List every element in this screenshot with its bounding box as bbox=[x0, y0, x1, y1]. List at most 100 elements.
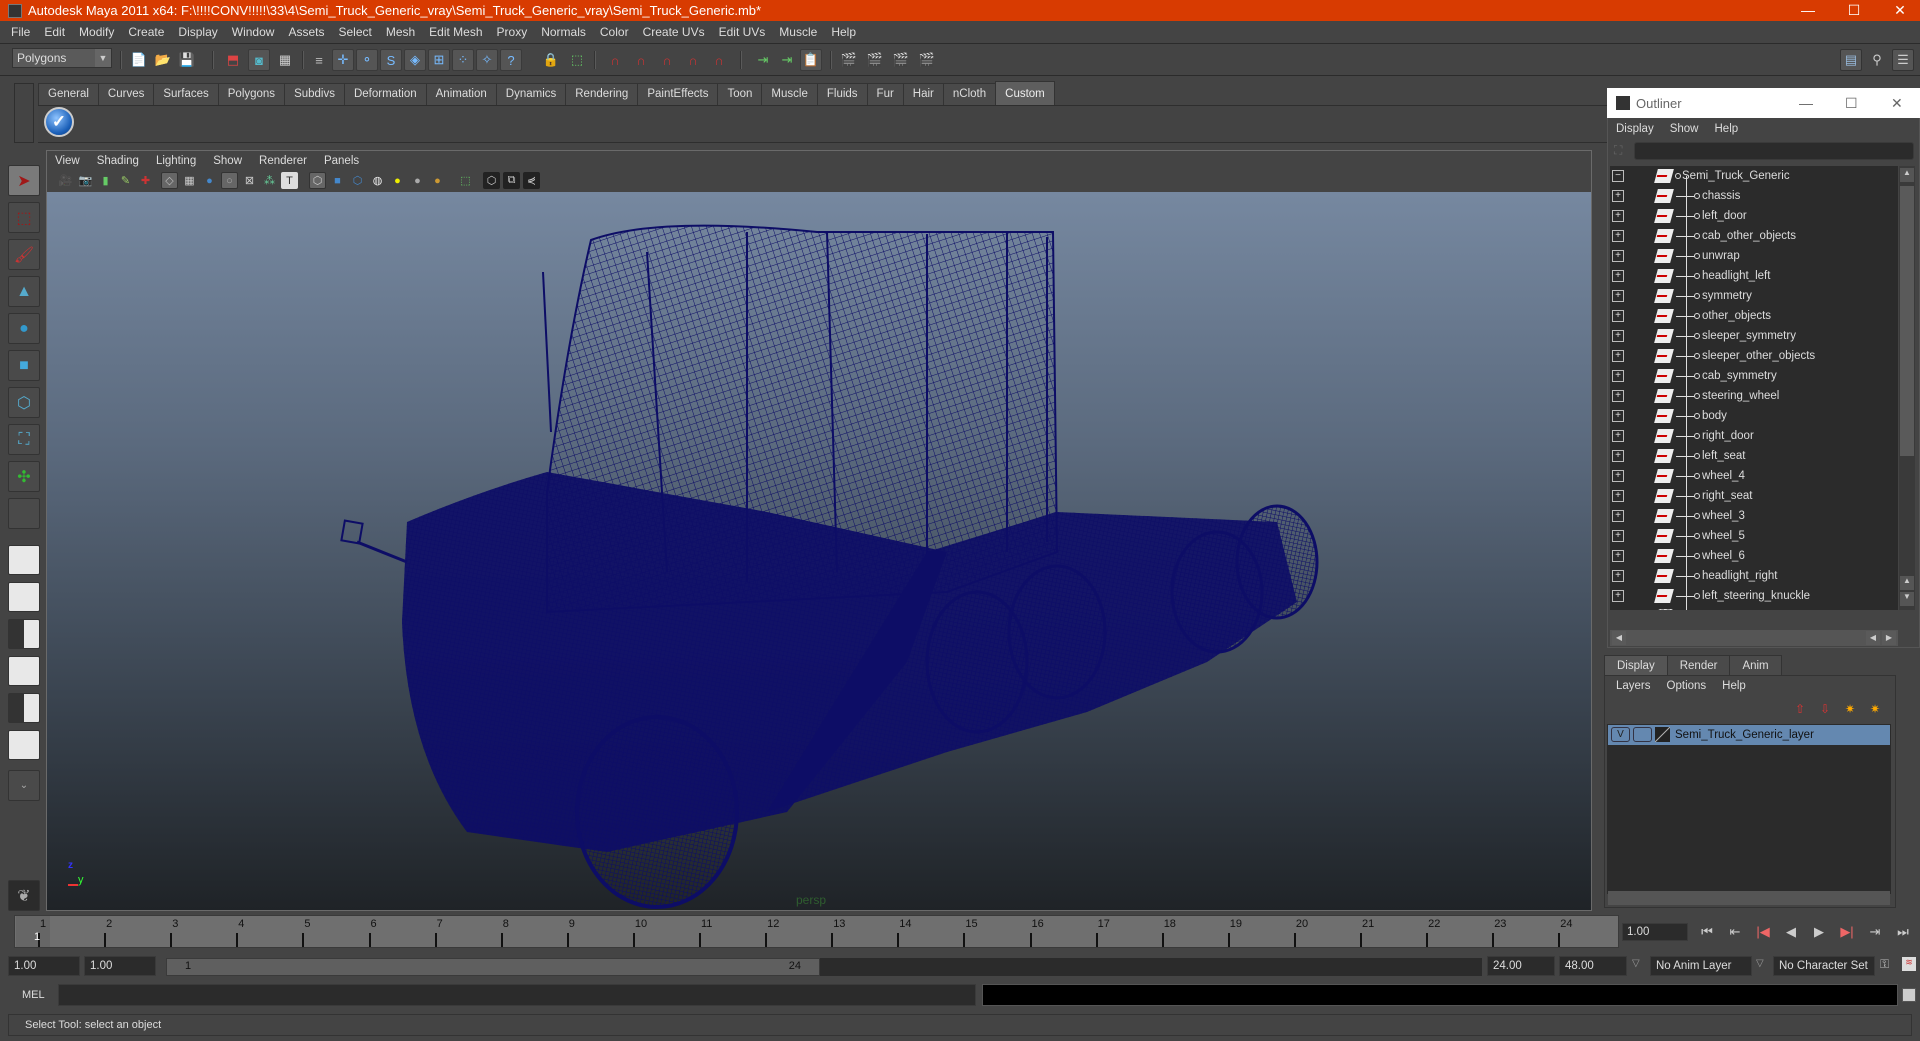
outliner-item[interactable]: + wheel_5 bbox=[1610, 526, 1898, 546]
menu-assets[interactable]: Assets bbox=[281, 25, 331, 39]
menu-modify[interactable]: Modify bbox=[72, 25, 121, 39]
layer-visibility-toggle[interactable]: V bbox=[1611, 727, 1630, 742]
xray-active-components-icon[interactable]: ⧉ bbox=[503, 172, 520, 189]
minimize-button[interactable]: — bbox=[1785, 0, 1831, 21]
scroll-up-icon[interactable]: ▲ bbox=[1900, 576, 1914, 590]
maximize-button[interactable]: ☐ bbox=[1831, 0, 1877, 21]
menu-muscle[interactable]: Muscle bbox=[772, 25, 824, 39]
expand-icon[interactable]: + bbox=[1612, 450, 1624, 462]
open-scene-icon[interactable]: 📂 bbox=[152, 49, 174, 71]
persp-graph-layout-icon[interactable] bbox=[8, 656, 40, 686]
textured-icon[interactable]: ◍ bbox=[369, 172, 386, 189]
select-by-component-icon[interactable]: ▦ bbox=[274, 49, 296, 71]
shelf-tab-dynamics[interactable]: Dynamics bbox=[495, 83, 567, 105]
resolution-gate-icon[interactable]: ● bbox=[201, 172, 218, 189]
layer-tab-display[interactable]: Display bbox=[1604, 655, 1668, 675]
collapse-icon[interactable]: − bbox=[1612, 170, 1624, 182]
grid-toggle-icon[interactable]: ◇ bbox=[161, 172, 178, 189]
snap-live-icon[interactable]: ∩ bbox=[708, 49, 730, 71]
script-editor-icon[interactable] bbox=[1902, 988, 1916, 1002]
expand-icon[interactable]: + bbox=[1612, 350, 1624, 362]
outliner-item[interactable]: + chassis bbox=[1610, 186, 1898, 206]
outliner-item[interactable]: + cab_symmetry bbox=[1610, 366, 1898, 386]
show-manipulator-icon[interactable]: ✣ bbox=[8, 461, 40, 492]
close-button[interactable]: ✕ bbox=[1877, 0, 1920, 21]
viewport-menu-show[interactable]: Show bbox=[205, 155, 251, 167]
viewport-menu-lighting[interactable]: Lighting bbox=[148, 155, 205, 167]
outliner-close-button[interactable]: ✕ bbox=[1891, 95, 1903, 112]
layer-display-type-toggle[interactable] bbox=[1633, 727, 1652, 742]
outliner-menu-display[interactable]: Display bbox=[1608, 123, 1662, 135]
shelf-tab-custom[interactable]: Custom bbox=[995, 81, 1055, 105]
render-view-icon[interactable]: 🎬 bbox=[838, 49, 860, 71]
shelf-tab-hair[interactable]: Hair bbox=[902, 83, 944, 105]
playback-start-field[interactable]: 1.00 bbox=[84, 956, 156, 976]
time-slider[interactable] bbox=[14, 915, 1619, 948]
create-layer-from-selected-icon[interactable]: ✷ bbox=[1870, 702, 1880, 716]
scale-tool-icon[interactable]: ■ bbox=[8, 350, 40, 381]
mask-filter-icon[interactable]: ≡ bbox=[308, 49, 330, 71]
expand-icon[interactable]: + bbox=[1612, 270, 1624, 282]
anim-layer-chevron-icon[interactable]: ▽ bbox=[1632, 958, 1640, 969]
shelf-tab-rendering[interactable]: Rendering bbox=[565, 83, 639, 105]
select-misc-icon[interactable]: ? bbox=[500, 49, 522, 71]
auto-key-icon[interactable]: ⚿ bbox=[1880, 957, 1889, 972]
expand-icon[interactable]: + bbox=[1612, 390, 1624, 402]
scroll-right-icon[interactable]: ▶ bbox=[1882, 631, 1896, 645]
menu-display[interactable]: Display bbox=[171, 25, 224, 39]
outliner-item[interactable]: + right_door bbox=[1610, 426, 1898, 446]
output-connections-icon[interactable]: ⇥ bbox=[776, 49, 798, 71]
current-time-field[interactable]: 1.00 bbox=[1622, 923, 1688, 941]
outliner-item[interactable]: + left_steering_knuckle bbox=[1610, 586, 1898, 606]
character-set-chevron-icon[interactable]: ▽ bbox=[1756, 958, 1764, 969]
layer-menu-options[interactable]: Options bbox=[1659, 677, 1715, 695]
wireframe-on-shaded-icon[interactable]: ⬡ bbox=[349, 172, 366, 189]
command-input[interactable] bbox=[58, 984, 976, 1006]
layer-menu-help[interactable]: Help bbox=[1714, 677, 1754, 695]
field-chart-icon[interactable]: ⊠ bbox=[241, 172, 258, 189]
outliner-persp-layout-icon[interactable] bbox=[8, 619, 40, 649]
animation-preferences-icon[interactable]: ≋ bbox=[1902, 957, 1916, 971]
smooth-shade-icon[interactable]: ■ bbox=[329, 172, 346, 189]
expand-icon[interactable]: + bbox=[1612, 410, 1624, 422]
expand-icon[interactable]: + bbox=[1612, 210, 1624, 222]
outliner-item[interactable]: + right_seat bbox=[1610, 486, 1898, 506]
shelf-tab-polygons[interactable]: Polygons bbox=[217, 83, 286, 105]
paint-select-tool-icon[interactable]: 🖌 bbox=[8, 239, 40, 270]
step-back-key-button[interactable]: |◀ bbox=[1752, 922, 1774, 942]
expand-icon[interactable]: + bbox=[1612, 430, 1624, 442]
move-tool-icon[interactable]: ▲ bbox=[8, 276, 40, 307]
step-forward-frame-button[interactable]: ⇥ bbox=[1864, 922, 1886, 942]
select-tool-icon[interactable]: ➤ bbox=[8, 165, 40, 196]
expand-icon[interactable]: + bbox=[1612, 530, 1624, 542]
select-joints-icon[interactable]: ⚬ bbox=[356, 49, 378, 71]
render-icon[interactable]: 🎬 bbox=[864, 49, 886, 71]
last-tool-icon[interactable] bbox=[8, 498, 40, 529]
layer-color-swatch[interactable] bbox=[1655, 727, 1670, 742]
save-scene-icon[interactable]: 💾 bbox=[176, 49, 198, 71]
play-backwards-button[interactable]: ◀ bbox=[1780, 922, 1802, 942]
camera-attributes-icon[interactable]: 📷 bbox=[77, 172, 94, 189]
expand-icon[interactable]: + bbox=[1612, 470, 1624, 482]
outliner-item[interactable]: + sleeper_symmetry bbox=[1610, 326, 1898, 346]
outliner-vertical-scrollbar[interactable]: ▲ ▲ ▼ bbox=[1899, 166, 1915, 610]
perspective-3d-view[interactable] bbox=[47, 192, 1591, 910]
shelf-tab-ncloth[interactable]: nCloth bbox=[942, 83, 997, 105]
select-deformations-icon[interactable]: ⊞ bbox=[428, 49, 450, 71]
attribute-editor-toggle-icon[interactable]: ▤ bbox=[1840, 49, 1862, 71]
scroll-down-icon[interactable]: ▼ bbox=[1900, 592, 1914, 606]
viewport-menu-panels[interactable]: Panels bbox=[316, 155, 368, 167]
outliner-root-item[interactable]: − Semi_Truck_Generic bbox=[1610, 166, 1898, 186]
step-forward-key-button[interactable]: ▶| bbox=[1836, 922, 1858, 942]
expand-icon[interactable]: + bbox=[1612, 250, 1624, 262]
select-dynamics-icon[interactable]: ⁘ bbox=[452, 49, 474, 71]
single-perspective-layout-icon[interactable] bbox=[8, 545, 40, 575]
playback-end-field[interactable]: 24.00 bbox=[1487, 956, 1555, 976]
shelf-tab-curves[interactable]: Curves bbox=[97, 83, 155, 105]
anim-layer-selector[interactable]: No Anim Layer bbox=[1650, 956, 1752, 976]
outliner-item[interactable]: + unwrap bbox=[1610, 246, 1898, 266]
go-to-end-button[interactable]: ⏭ bbox=[1892, 922, 1914, 942]
expand-icon[interactable]: + bbox=[1612, 330, 1624, 342]
shelf-menu-handle[interactable] bbox=[14, 83, 34, 143]
soft-mod-tool-icon[interactable]: ⛶ bbox=[8, 424, 40, 455]
